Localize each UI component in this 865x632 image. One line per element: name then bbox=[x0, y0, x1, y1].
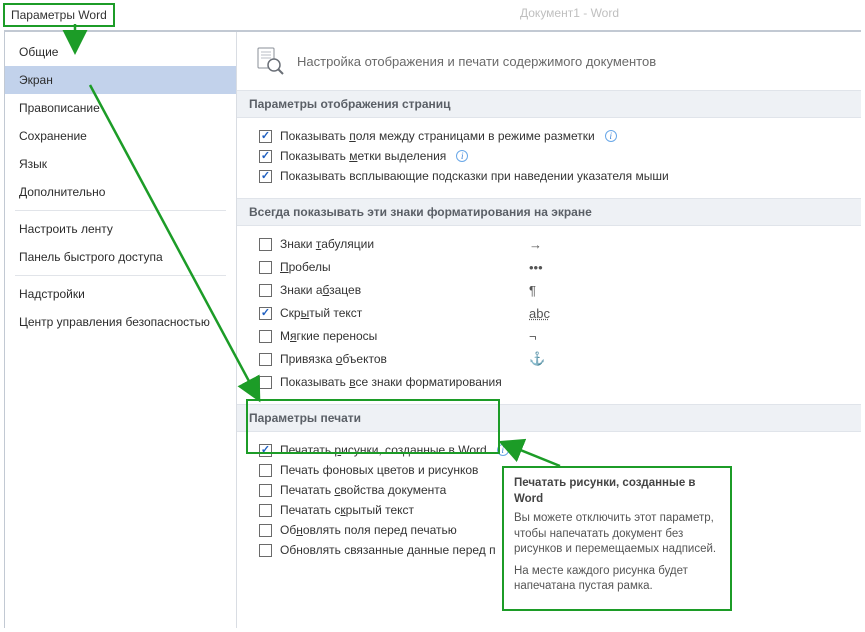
checkbox[interactable] bbox=[259, 284, 272, 297]
option-label: Печатать скрытый текст bbox=[280, 503, 414, 517]
symbol-spaces: ••• bbox=[529, 257, 559, 277]
tooltip-body-2: На месте каждого рисунка будет напечатан… bbox=[514, 564, 720, 595]
option-highlight-marks[interactable]: Показывать метки выделения i bbox=[259, 146, 849, 166]
option-label: Печать фоновых цветов и рисунков bbox=[280, 463, 478, 477]
sidebar-item-save[interactable]: Сохранение bbox=[5, 122, 236, 150]
symbol-blank bbox=[529, 372, 559, 392]
sidebar-item-customize-ribbon[interactable]: Настроить ленту bbox=[5, 215, 236, 243]
sidebar-item-display[interactable]: Экран bbox=[5, 66, 236, 94]
checkbox[interactable] bbox=[259, 524, 272, 537]
document-hint: Документ1 - Word bbox=[520, 6, 619, 20]
option-optional-hyphens[interactable]: Мягкие переносы bbox=[259, 326, 529, 346]
window-title-text: Параметры Word bbox=[11, 8, 107, 22]
option-label: Печатать свойства документа bbox=[280, 483, 446, 497]
section-header-display: Параметры отображения страниц bbox=[237, 90, 861, 118]
option-paragraph-marks[interactable]: Знаки абзацев bbox=[259, 280, 529, 300]
option-tooltips[interactable]: Показывать всплывающие подсказки при нав… bbox=[259, 166, 849, 186]
checkbox[interactable] bbox=[259, 464, 272, 477]
sidebar-item-advanced[interactable]: Дополнительно bbox=[5, 178, 236, 206]
checkbox[interactable] bbox=[259, 504, 272, 517]
symbol-hyphen: ¬ bbox=[529, 326, 559, 346]
sidebar-separator bbox=[15, 275, 226, 276]
section-header-print: Параметры печати bbox=[237, 404, 861, 432]
window-title: Параметры Word bbox=[3, 3, 115, 27]
option-white-space[interactable]: Показывать поля между страницами в режим… bbox=[259, 126, 849, 146]
option-print-drawings[interactable]: Печатать рисунки, созданные в Word i bbox=[259, 440, 849, 460]
info-icon[interactable]: i bbox=[605, 130, 617, 142]
sidebar-item-general[interactable]: Общие bbox=[5, 38, 236, 66]
dialog-frame: Общие Экран Правописание Сохранение Язык… bbox=[4, 30, 861, 628]
option-label: Мягкие переносы bbox=[280, 329, 377, 343]
category-sidebar: Общие Экран Правописание Сохранение Язык… bbox=[5, 32, 237, 628]
sidebar-item-qat[interactable]: Панель быстрого доступа bbox=[5, 243, 236, 271]
section-body-display: Показывать поля между страницами в режим… bbox=[237, 118, 861, 198]
checkbox[interactable] bbox=[259, 544, 272, 557]
option-label: Показывать всплывающие подсказки при нав… bbox=[280, 169, 669, 183]
option-label: Показывать поля между страницами в режим… bbox=[280, 129, 595, 143]
panel-title: Настройка отображения и печати содержимо… bbox=[297, 54, 656, 69]
sidebar-item-trust-center[interactable]: Центр управления безопасностью bbox=[5, 308, 236, 336]
sidebar-separator bbox=[15, 210, 226, 211]
option-label: Обновлять поля перед печатью bbox=[280, 523, 457, 537]
option-label: Обновлять связанные данные перед п bbox=[280, 543, 496, 557]
checkbox[interactable] bbox=[259, 170, 272, 183]
symbol-tab: → bbox=[529, 234, 559, 254]
option-label: Привязка объектов bbox=[280, 352, 387, 366]
option-label: Знаки табуляции bbox=[280, 237, 374, 251]
info-icon[interactable]: i bbox=[497, 444, 509, 456]
checkbox[interactable] bbox=[259, 150, 272, 163]
checkbox[interactable] bbox=[259, 353, 272, 366]
tooltip: Печатать рисунки, созданные в Word Вы мо… bbox=[502, 466, 732, 611]
sidebar-item-proofing[interactable]: Правописание bbox=[5, 94, 236, 122]
section-header-marks: Всегда показывать эти знаки форматирован… bbox=[237, 198, 861, 226]
sidebar-item-addins[interactable]: Надстройки bbox=[5, 280, 236, 308]
option-label: Показывать метки выделения bbox=[280, 149, 446, 163]
option-tab-marks[interactable]: Знаки табуляции bbox=[259, 234, 529, 254]
symbol-paragraph: ¶ bbox=[529, 280, 559, 300]
symbol-hidden: abc bbox=[529, 303, 559, 323]
section-body-marks: Знаки табуляции → Пробелы ••• Знаки абза… bbox=[237, 226, 861, 404]
checkbox[interactable] bbox=[259, 130, 272, 143]
symbol-anchor: ⚓ bbox=[529, 349, 559, 369]
tooltip-title: Печатать рисунки, созданные в Word bbox=[514, 476, 720, 507]
panel-header: Настройка отображения и печати содержимо… bbox=[237, 42, 861, 90]
option-label: Знаки абзацев bbox=[280, 283, 361, 297]
option-object-anchors[interactable]: Привязка объектов bbox=[259, 349, 529, 369]
checkbox[interactable] bbox=[259, 238, 272, 251]
checkbox[interactable] bbox=[259, 330, 272, 343]
checkbox[interactable] bbox=[259, 261, 272, 274]
display-options-icon bbox=[255, 46, 285, 76]
info-icon[interactable]: i bbox=[456, 150, 468, 162]
option-label: Показывать все знаки форматирования bbox=[280, 375, 502, 389]
checkbox[interactable] bbox=[259, 307, 272, 320]
checkbox[interactable] bbox=[259, 376, 272, 389]
option-show-all[interactable]: Показывать все знаки форматирования bbox=[259, 372, 529, 392]
option-hidden-text[interactable]: Скрытый текст bbox=[259, 303, 529, 323]
checkbox[interactable] bbox=[259, 484, 272, 497]
checkbox[interactable] bbox=[259, 444, 272, 457]
tooltip-body-1: Вы можете отключить этот параметр, чтобы… bbox=[514, 511, 720, 558]
sidebar-item-language[interactable]: Язык bbox=[5, 150, 236, 178]
option-label: Скрытый текст bbox=[280, 306, 362, 320]
option-label: Печатать рисунки, созданные в Word bbox=[280, 443, 487, 457]
option-label: Пробелы bbox=[280, 260, 331, 274]
option-spaces[interactable]: Пробелы bbox=[259, 257, 529, 277]
